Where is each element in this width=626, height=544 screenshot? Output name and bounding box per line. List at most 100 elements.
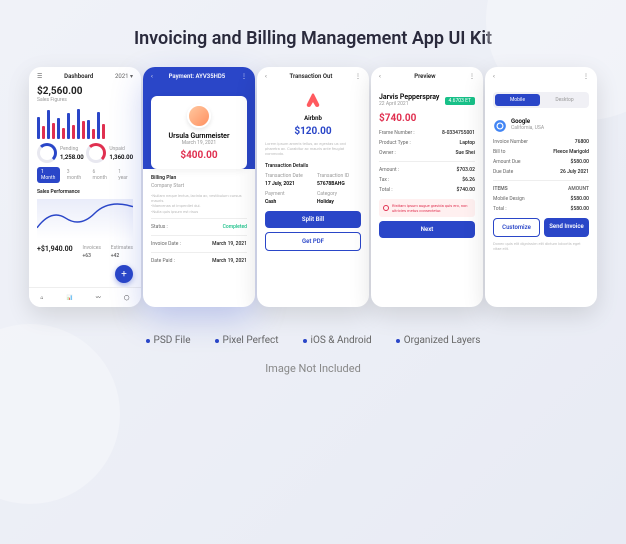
menu-icon[interactable]: ☰ — [37, 73, 42, 80]
datepaid-value: March 19, 2021 — [212, 258, 247, 264]
header-title: Dashboard — [64, 73, 93, 80]
invdate-label: Invoice Date : — [151, 241, 181, 247]
sales-label: Sales Figures — [37, 97, 133, 103]
unpaid-value: 1,360.00 — [109, 154, 133, 161]
customer-name: Jarvis Pepperspray — [379, 93, 439, 101]
more-icon[interactable]: ⋮ — [241, 73, 247, 80]
duedate-value: 26 July 2021 — [560, 169, 589, 175]
more-icon[interactable]: ⋮ — [469, 73, 475, 80]
next-button[interactable]: Next — [379, 221, 475, 238]
amt-label: Amount : — [379, 167, 399, 173]
bottom-nav: ⌂ 📊 〰 ◯ — [29, 287, 141, 307]
pending-value: 1,258.00 — [60, 154, 84, 161]
payment-date: March 19, 2021 — [159, 140, 239, 146]
period-tabs: 1 Month 3 month 6 month 1 year — [37, 167, 133, 183]
amtdue-value: $580.00 — [571, 159, 589, 165]
split-bill-button[interactable]: Split Bill — [265, 211, 361, 228]
tab-mobile[interactable]: Mobile — [495, 94, 540, 106]
total-value: $580.00 — [571, 206, 589, 212]
warning-box: Risttam ipsum augue gravida quis ero, no… — [379, 199, 475, 217]
more-icon[interactable]: ⋮ — [355, 73, 361, 80]
feature-layers: Organized Layers — [404, 335, 481, 346]
invoices-label: Invoices — [83, 245, 101, 251]
user-name: Ursula Gurnmeister — [159, 132, 239, 140]
owner-value: Sue Shei — [456, 150, 476, 156]
frame-label: Frame Number : — [379, 130, 415, 136]
total-value: $740.00 — [457, 187, 475, 193]
bottom-amount: +$1,940.00 — [37, 245, 73, 253]
owner-label: Owner : — [379, 150, 396, 156]
back-icon[interactable]: ‹ — [151, 73, 153, 80]
plan-desc: •Nullam neque lectus, lacinia ac, vestib… — [151, 193, 247, 214]
screen-invoice: ‹ ⋮ Mobile Desktop Google California, US… — [485, 67, 597, 307]
sales-amount: $2,560.00 — [37, 86, 133, 97]
warning-icon — [383, 205, 389, 211]
bullet-icon — [215, 339, 219, 343]
duedate-label: Due Date — [493, 169, 513, 175]
customize-button[interactable]: Customize — [493, 218, 540, 237]
send-invoice-button[interactable]: Send Invoice — [544, 218, 589, 237]
amount-header: AMOUNT — [568, 186, 589, 192]
ptype-label: Product Type : — [379, 140, 411, 146]
billto-value: Fleece Marigold — [553, 149, 589, 155]
brand-name: Airbnb — [257, 115, 369, 122]
invoice-note: Donec quis elit dignissim elit dictum lo… — [493, 241, 589, 251]
nav-activity-icon[interactable]: 〰 — [96, 294, 101, 301]
add-fab[interactable]: + — [115, 265, 133, 283]
bullet-icon — [396, 339, 400, 343]
payment-id: Payment: AYV35HD5 — [169, 73, 226, 80]
tab-desktop[interactable]: Desktop — [542, 94, 587, 106]
more-icon[interactable]: ⋮ — [583, 73, 589, 80]
phone-mockups: ☰ Dashboard 2021 ▾ $2,560.00 Sales Figur… — [0, 67, 626, 307]
item-amount: $580.00 — [571, 196, 589, 202]
transid-value: 57678BAHG — [317, 181, 361, 187]
device-tabs: Mobile Desktop — [493, 92, 589, 108]
screen-preview: ‹ Preview ⋮ Jarvis Pepperspray 22 April … — [371, 67, 483, 307]
payment-amount: $400.00 — [159, 150, 239, 161]
pending-donut — [37, 143, 57, 163]
invoices-count: +63 — [83, 253, 101, 259]
tab-1year[interactable]: 1 year — [114, 167, 133, 183]
airbnb-logo — [304, 92, 322, 110]
unpaid-donut — [86, 143, 106, 163]
nav-chart-icon[interactable]: 📊 — [67, 295, 73, 301]
tab-3month[interactable]: 3 month — [63, 167, 86, 183]
invnum-label: Invoice Number — [493, 139, 528, 145]
screen-dashboard: ☰ Dashboard 2021 ▾ $2,560.00 Sales Figur… — [29, 67, 141, 307]
year-dropdown[interactable]: 2021 ▾ — [115, 73, 133, 80]
amt-value: $703.02 — [457, 167, 475, 173]
category-value: Holiday — [317, 199, 361, 205]
invnum-value: 76800 — [575, 139, 589, 145]
tax-value: $6.26 — [462, 177, 475, 183]
get-pdf-button[interactable]: Get PDF — [265, 232, 361, 251]
back-icon[interactable]: ‹ — [265, 73, 267, 80]
company-loc: California, USA — [511, 125, 544, 131]
tab-1month[interactable]: 1 Month — [37, 167, 60, 183]
datepaid-label: Date Paid : — [151, 258, 175, 264]
back-icon[interactable]: ‹ — [493, 73, 495, 80]
item-name: Mobile Design — [493, 196, 525, 202]
nav-profile-icon[interactable]: ◯ — [124, 295, 130, 301]
invdate-value: March 19, 2021 — [212, 241, 247, 247]
plan-sub: Company Start — [151, 183, 247, 189]
payment-value: Cash — [265, 199, 309, 205]
user-avatar — [187, 104, 211, 128]
feature-platform: iOS & Android — [311, 335, 372, 346]
nav-home-icon[interactable]: ⌂ — [41, 295, 44, 301]
frame-value: 8-0334755001 — [442, 130, 475, 136]
screen-payment: ‹ Payment: AYV35HD5 ⋮ Ursula Gurnmeister… — [143, 67, 255, 307]
trans-desc: Lorem ipsum ameris tellus, ac egestas us… — [265, 141, 361, 157]
perf-label: Sales Performance — [37, 189, 133, 195]
header-title: Transaction Out — [289, 73, 332, 80]
items-header: ITEMS — [493, 186, 508, 192]
feature-pixel: Pixel Perfect — [223, 335, 279, 346]
tab-6month[interactable]: 6 month — [88, 167, 111, 183]
pending-label: Pending — [60, 146, 84, 152]
google-logo — [493, 119, 507, 133]
transdate-label: Transaction Date — [265, 173, 309, 179]
back-icon[interactable]: ‹ — [379, 73, 381, 80]
total-label: Total : — [493, 206, 507, 212]
bar-chart — [37, 107, 133, 139]
company-name: Google — [511, 118, 544, 125]
total-label: Total : — [379, 187, 393, 193]
